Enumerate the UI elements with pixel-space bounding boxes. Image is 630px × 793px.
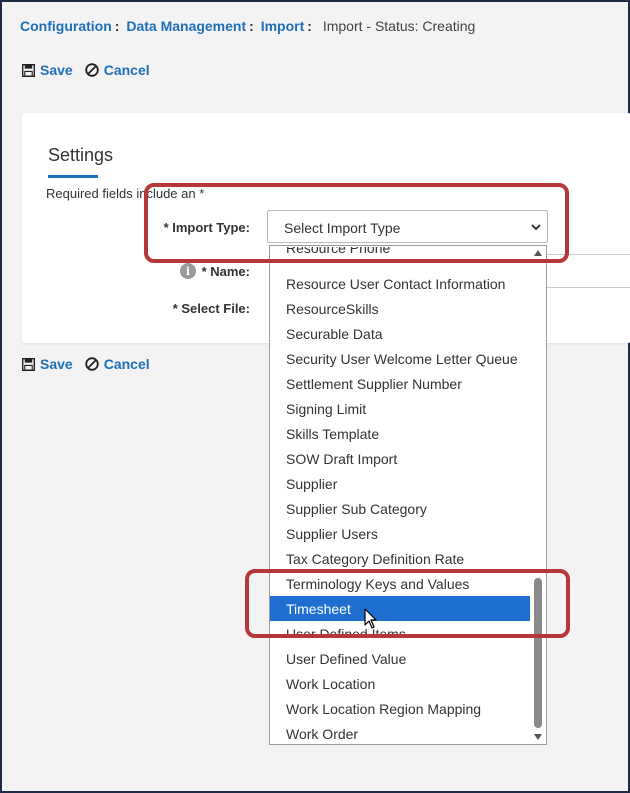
dropdown-option[interactable]: Securable Data [270, 321, 530, 346]
save-button-bottom[interactable]: Save [22, 356, 73, 372]
dropdown-option[interactable]: Signing Limit [270, 396, 530, 421]
info-icon[interactable]: i [180, 263, 196, 279]
dropdown-scrollbar[interactable] [530, 246, 546, 744]
dropdown-option[interactable]: SOW Draft Import [270, 446, 530, 471]
dropdown-option[interactable]: ResourceSkills [270, 296, 530, 321]
dropdown-option[interactable]: Work Location [270, 671, 530, 696]
name-label: * Name: [201, 264, 250, 279]
annotation-highlight-timesheet [245, 569, 570, 638]
breadcrumb-separator: : [249, 18, 254, 34]
floppy-disk-icon [22, 357, 35, 371]
settings-title: Settings [48, 145, 114, 165]
cancel-label: Cancel [103, 356, 150, 372]
mouse-pointer-icon [364, 608, 377, 629]
breadcrumb-separator: : [307, 18, 312, 34]
breadcrumb-separator: : [114, 18, 120, 34]
dropdown-option[interactable]: Supplier Sub Category [270, 496, 530, 521]
dropdown-option[interactable]: Security User Welcome Letter Queue [270, 346, 530, 371]
dropdown-option[interactable]: Tax Category Definition Rate [270, 546, 530, 571]
dropdown-option[interactable]: Settlement Supplier Number [270, 371, 530, 396]
title-underline [48, 175, 98, 178]
dropdown-option[interactable]: Work Location Region Mapping [270, 696, 530, 721]
dropdown-option[interactable]: Skills Template [270, 421, 530, 446]
annotation-highlight-import-type [144, 183, 569, 263]
scroll-down-arrow-icon[interactable] [534, 734, 542, 740]
select-file-label: * Select File: [172, 301, 250, 316]
prohibited-circle-icon [85, 357, 99, 371]
dropdown-option[interactable]: Supplier [270, 471, 530, 496]
dropdown-option[interactable]: Work Order [270, 721, 530, 744]
import-type-dropdown-list[interactable]: Resource Phone Resource User Contact Inf… [269, 245, 547, 745]
bottom-action-bar: Save Cancel [22, 356, 162, 372]
cancel-button-bottom[interactable]: Cancel [85, 356, 150, 372]
breadcrumb-data-management[interactable]: Data Management [126, 18, 246, 34]
top-action-bar: Save Cancel [22, 62, 162, 78]
floppy-disk-icon [22, 63, 35, 77]
name-input-border [547, 287, 630, 288]
breadcrumb-configuration[interactable]: Configuration [20, 18, 112, 34]
page-status: Import - Status: Creating [322, 18, 476, 34]
save-label: Save [40, 62, 73, 78]
save-label: Save [40, 356, 73, 372]
breadcrumb: Configuration: Data Management: Import: … [20, 18, 475, 34]
save-button-top[interactable]: Save [22, 62, 73, 78]
cancel-label: Cancel [103, 62, 150, 78]
cancel-button-top[interactable]: Cancel [85, 62, 150, 78]
dropdown-option[interactable]: Supplier Users [270, 521, 530, 546]
dropdown-option[interactable]: User Defined Value [270, 646, 530, 671]
dropdown-option[interactable]: Resource User Contact Information [270, 271, 530, 296]
breadcrumb-import[interactable]: Import [261, 18, 305, 34]
prohibited-circle-icon [85, 63, 99, 77]
